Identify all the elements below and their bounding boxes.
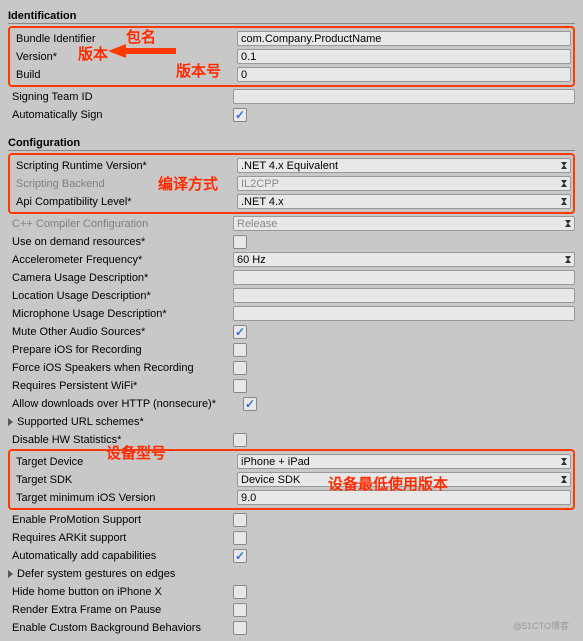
auto-cap-checkbox[interactable] — [233, 549, 247, 563]
url-schemes-label: Supported URL schemes* — [16, 416, 241, 428]
target-sdk-label: Target SDK — [12, 474, 237, 486]
allow-http-checkbox[interactable] — [243, 397, 257, 411]
extra-frame-checkbox[interactable] — [233, 603, 247, 617]
camera-desc-label: Camera Usage Description* — [8, 272, 233, 284]
promotion-checkbox[interactable] — [233, 513, 247, 527]
camera-desc-input[interactable] — [233, 270, 575, 285]
target-highlight: Target Device iPhone + iPad Target SDK D… — [8, 449, 575, 510]
extra-frame-label: Render Extra Frame on Pause — [8, 604, 233, 616]
api-compat-dropdown[interactable]: .NET 4.x — [237, 194, 571, 209]
version-label: Version* — [12, 51, 237, 63]
location-desc-label: Location Usage Description* — [8, 290, 233, 302]
target-min-ios-input[interactable] — [237, 490, 571, 505]
scripting-runtime-dropdown[interactable]: .NET 4.x Equivalent — [237, 158, 571, 173]
bundle-identifier-label: Bundle Identifier — [12, 33, 237, 45]
target-min-ios-label: Target minimum iOS Version — [12, 492, 237, 504]
hide-home-label: Hide home button on iPhone X — [8, 586, 233, 598]
watermark: @51CTO博客 — [513, 619, 569, 632]
target-sdk-dropdown[interactable]: Device SDK — [237, 472, 571, 487]
signing-team-label: Signing Team ID — [8, 91, 233, 103]
custom-bg-label: Enable Custom Background Behaviors — [8, 622, 233, 634]
url-schemes-foldout-arrow[interactable] — [8, 418, 13, 426]
api-compat-label: Api Compatibility Level* — [12, 196, 237, 208]
mute-audio-label: Mute Other Audio Sources* — [8, 326, 233, 338]
persist-wifi-checkbox[interactable] — [233, 379, 247, 393]
build-input[interactable] — [237, 67, 571, 82]
persist-wifi-label: Requires Persistent WiFi* — [8, 380, 233, 392]
build-label: Build — [12, 69, 237, 81]
identification-header: Identification — [8, 10, 575, 24]
identification-highlight: Bundle Identifier Version* Build — [8, 26, 575, 87]
prepare-recording-checkbox[interactable] — [233, 343, 247, 357]
on-demand-label: Use on demand resources* — [8, 236, 233, 248]
bundle-identifier-input[interactable] — [237, 31, 571, 46]
prepare-recording-label: Prepare iOS for Recording — [8, 344, 233, 356]
arkit-label: Requires ARKit support — [8, 532, 233, 544]
allow-http-label: Allow downloads over HTTP (nonsecure)* — [8, 398, 243, 410]
mic-desc-label: Microphone Usage Description* — [8, 308, 233, 320]
force-speakers-label: Force iOS Speakers when Recording — [8, 362, 233, 374]
scripting-runtime-label: Scripting Runtime Version* — [12, 160, 237, 172]
scripting-highlight: Scripting Runtime Version* .NET 4.x Equi… — [8, 153, 575, 214]
configuration-header: Configuration — [8, 137, 575, 151]
defer-gestures-label: Defer system gestures on edges — [16, 568, 241, 580]
version-input[interactable] — [237, 49, 571, 64]
target-device-dropdown[interactable]: iPhone + iPad — [237, 454, 571, 469]
auto-sign-label: Automatically Sign — [8, 109, 233, 121]
inspector-panel: Identification Bundle Identifier Version… — [8, 10, 575, 636]
accel-freq-dropdown[interactable]: 60 Hz — [233, 252, 575, 267]
auto-sign-checkbox[interactable] — [233, 108, 247, 122]
signing-team-input[interactable] — [233, 89, 575, 104]
disable-hw-label: Disable HW Statistics* — [8, 434, 233, 446]
auto-cap-label: Automatically add capabilities — [8, 550, 233, 562]
location-desc-input[interactable] — [233, 288, 575, 303]
cpp-config-dropdown: Release — [233, 216, 575, 231]
disable-hw-checkbox[interactable] — [233, 433, 247, 447]
hide-home-checkbox[interactable] — [233, 585, 247, 599]
force-speakers-checkbox[interactable] — [233, 361, 247, 375]
target-device-label: Target Device — [12, 456, 237, 468]
arkit-checkbox[interactable] — [233, 531, 247, 545]
on-demand-checkbox[interactable] — [233, 235, 247, 249]
defer-gestures-foldout-arrow[interactable] — [8, 570, 13, 578]
custom-bg-checkbox[interactable] — [233, 621, 247, 635]
scripting-backend-dropdown: IL2CPP — [237, 176, 571, 191]
mic-desc-input[interactable] — [233, 306, 575, 321]
accel-freq-label: Accelerometer Frequency* — [8, 254, 233, 266]
mute-audio-checkbox[interactable] — [233, 325, 247, 339]
promotion-label: Enable ProMotion Support — [8, 514, 233, 526]
scripting-backend-label: Scripting Backend — [12, 178, 237, 190]
cpp-config-label: C++ Compiler Configuration — [8, 218, 233, 230]
